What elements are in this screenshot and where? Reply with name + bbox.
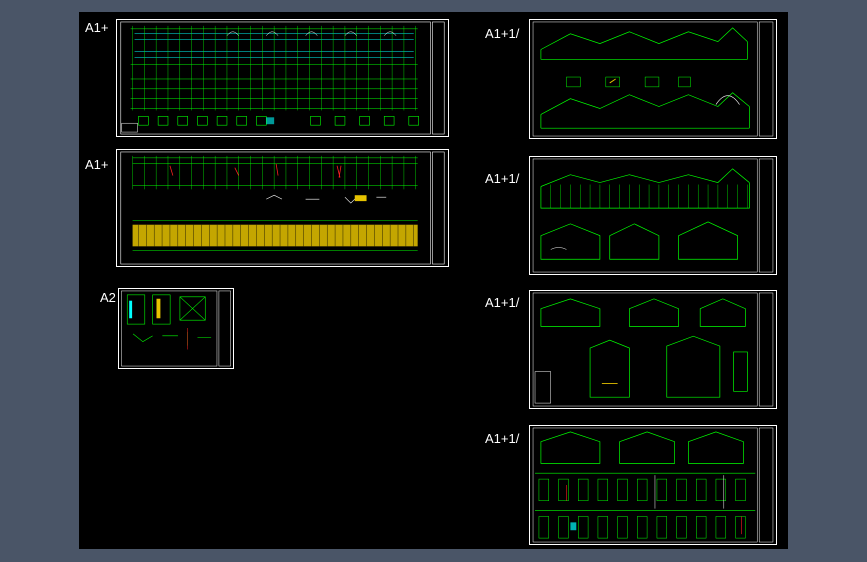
sheet-2-size-label: A1+ bbox=[85, 157, 109, 172]
sheet-6-size-label: A1+1/ bbox=[485, 295, 520, 310]
sheet-4-size-label: A1+1/ bbox=[485, 26, 520, 41]
sheet-7-frame[interactable] bbox=[529, 425, 777, 545]
sheet-1-drawing bbox=[120, 21, 445, 135]
sheet-6-frame[interactable] bbox=[529, 290, 777, 409]
sheet-2-frame[interactable] bbox=[116, 149, 449, 267]
sheet-3-frame[interactable] bbox=[118, 288, 234, 369]
sheet-5-drawing bbox=[532, 158, 774, 273]
sheet-6-drawing bbox=[532, 292, 774, 407]
sheet-1-size-label: A1+ bbox=[85, 20, 109, 35]
sheet-5-size-label: A1+1/ bbox=[485, 171, 520, 186]
sheet-3-drawing bbox=[121, 290, 231, 367]
sheet-2-drawing bbox=[120, 151, 445, 265]
sheet-4-frame[interactable] bbox=[529, 19, 777, 139]
sheet-5-frame[interactable] bbox=[529, 156, 777, 275]
sheet-7-drawing bbox=[532, 427, 774, 543]
sheet-1-frame[interactable] bbox=[116, 19, 449, 137]
sheet-7-size-label: A1+1/ bbox=[485, 431, 520, 446]
drawing-canvas[interactable]: A1+ A1+ A2 A1+1/ A1+1/ A1+1/ A1+1/ bbox=[79, 12, 788, 549]
sheet-4-drawing bbox=[532, 21, 774, 137]
sheet-3-size-label: A2 bbox=[100, 290, 116, 305]
